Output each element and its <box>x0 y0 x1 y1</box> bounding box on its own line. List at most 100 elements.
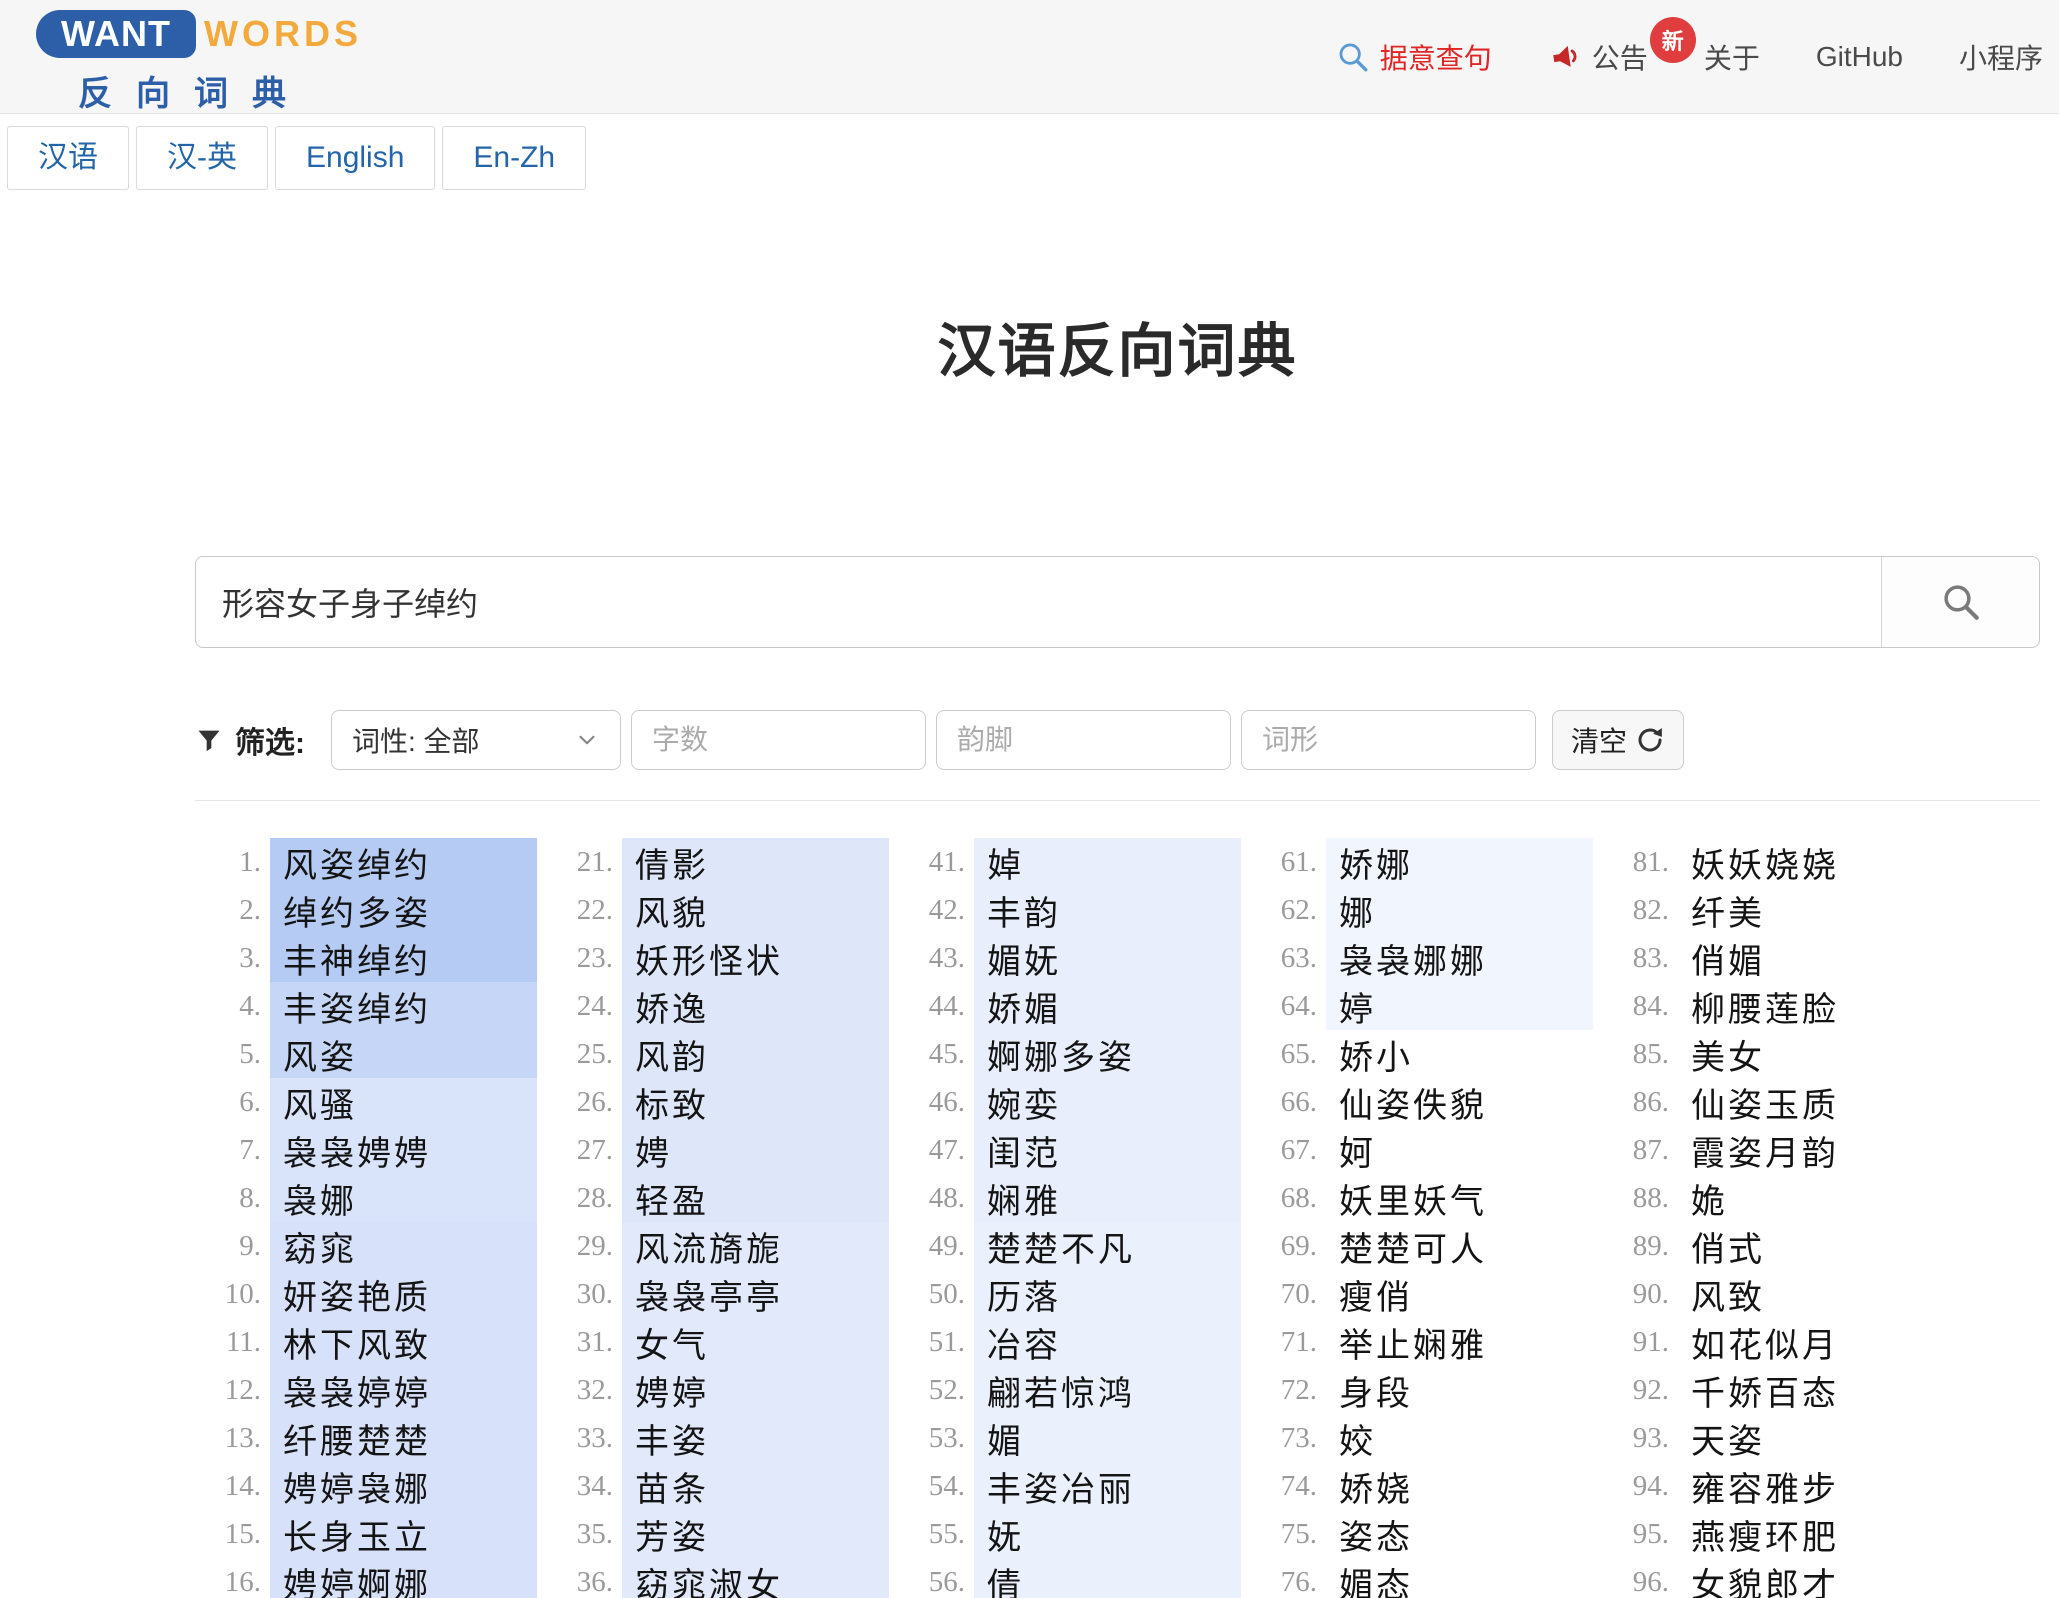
result-word-cell[interactable]: 袅袅娉娉 <box>270 1126 537 1174</box>
result-word-cell[interactable]: 纤腰楚楚 <box>270 1414 537 1462</box>
result-word-cell[interactable]: 妖妖娆娆 <box>1678 838 1945 886</box>
result-word[interactable]: 千娇百态 <box>1691 1366 1839 1415</box>
result-word-cell[interactable]: 闺范 <box>974 1126 1241 1174</box>
result-word[interactable]: 燕瘦环肥 <box>1691 1510 1839 1559</box>
result-word[interactable]: 娇小 <box>1339 1030 1413 1079</box>
result-word-cell[interactable]: 芳姿 <box>622 1510 889 1558</box>
result-word[interactable]: 娇逸 <box>635 982 709 1031</box>
result-word-cell[interactable]: 娉婷婀娜 <box>270 1558 537 1598</box>
result-word-cell[interactable]: 翩若惊鸿 <box>974 1366 1241 1414</box>
result-word[interactable]: 纤美 <box>1691 886 1765 935</box>
result-word-cell[interactable]: 绰约多姿 <box>270 886 537 934</box>
result-word-cell[interactable]: 袅袅娜娜 <box>1326 934 1593 982</box>
result-word[interactable]: 丰姿绰约 <box>283 982 431 1031</box>
result-word[interactable]: 雍容雅步 <box>1691 1462 1839 1511</box>
result-word-cell[interactable]: 妖形怪状 <box>622 934 889 982</box>
result-word-cell[interactable]: 袅娜 <box>270 1174 537 1222</box>
result-word[interactable]: 楚楚不凡 <box>987 1222 1135 1271</box>
result-word[interactable]: 婉娈 <box>987 1078 1061 1127</box>
result-word[interactable]: 身段 <box>1339 1366 1413 1415</box>
result-word[interactable]: 婥 <box>987 838 1024 887</box>
result-word-cell[interactable]: 风韵 <box>622 1030 889 1078</box>
tab-汉-英[interactable]: 汉-英 <box>136 126 268 190</box>
result-word[interactable]: 娉婷袅娜 <box>283 1462 431 1511</box>
result-word[interactable]: 娉 <box>635 1126 672 1175</box>
result-word[interactable]: 袅袅婷婷 <box>283 1366 431 1415</box>
result-word[interactable]: 风姿绰约 <box>283 838 431 887</box>
result-word[interactable]: 丰神绰约 <box>283 934 431 983</box>
result-word[interactable]: 娉婷 <box>635 1366 709 1415</box>
result-word[interactable]: 历落 <box>987 1270 1061 1319</box>
wantwords-logo[interactable]: WANT WORDS 反向词典 <box>36 10 362 115</box>
result-word-cell[interactable]: 如花似月 <box>1678 1318 1945 1366</box>
result-word[interactable]: 媚 <box>987 1414 1024 1463</box>
result-word[interactable]: 闺范 <box>987 1126 1061 1175</box>
nav-about[interactable]: 关于 <box>1704 37 1760 77</box>
result-word-cell[interactable]: 娇小 <box>1326 1030 1593 1078</box>
result-word[interactable]: 娇娜 <box>1339 838 1413 887</box>
result-word-cell[interactable]: 娉婷袅娜 <box>270 1462 537 1510</box>
result-word[interactable]: 窈窕 <box>283 1222 357 1271</box>
result-word[interactable]: 丰姿 <box>635 1414 709 1463</box>
result-word[interactable]: 姽 <box>1691 1174 1728 1223</box>
result-word[interactable]: 媚妩 <box>987 934 1061 983</box>
result-word[interactable]: 长身玉立 <box>283 1510 431 1559</box>
result-word[interactable]: 妖妖娆娆 <box>1691 838 1839 887</box>
result-word-cell[interactable]: 娴雅 <box>974 1174 1241 1222</box>
result-word[interactable]: 妩 <box>987 1510 1024 1559</box>
result-word-cell[interactable]: 婀娜多姿 <box>974 1030 1241 1078</box>
result-word-cell[interactable]: 婥 <box>974 838 1241 886</box>
result-word-cell[interactable]: 历落 <box>974 1270 1241 1318</box>
result-word-cell[interactable]: 风骚 <box>270 1078 537 1126</box>
result-word-cell[interactable]: 仙姿玉质 <box>1678 1078 1945 1126</box>
result-word-cell[interactable]: 娇逸 <box>622 982 889 1030</box>
result-word-cell[interactable]: 娜 <box>1326 886 1593 934</box>
result-word[interactable]: 妖里妖气 <box>1339 1174 1487 1223</box>
result-word[interactable]: 婷 <box>1339 982 1376 1031</box>
result-word[interactable]: 袅袅娜娜 <box>1339 934 1487 983</box>
result-word-cell[interactable]: 柳腰莲脸 <box>1678 982 1945 1030</box>
result-word[interactable]: 天姿 <box>1691 1414 1765 1463</box>
result-word-cell[interactable]: 轻盈 <box>622 1174 889 1222</box>
nav-mini-program[interactable]: 小程序 <box>1959 37 2043 77</box>
result-word[interactable]: 仙姿佚貌 <box>1339 1078 1487 1127</box>
result-word-cell[interactable]: 举止娴雅 <box>1326 1318 1593 1366</box>
result-word[interactable]: 姣 <box>1339 1414 1376 1463</box>
result-word[interactable]: 妖形怪状 <box>635 934 783 983</box>
result-word-cell[interactable]: 娉 <box>622 1126 889 1174</box>
result-word-cell[interactable]: 丰神绰约 <box>270 934 537 982</box>
result-word[interactable]: 娜 <box>1339 886 1376 935</box>
result-word[interactable]: 风流旖旎 <box>635 1222 783 1271</box>
result-word[interactable]: 娴雅 <box>987 1174 1061 1223</box>
result-word[interactable]: 仙姿玉质 <box>1691 1078 1839 1127</box>
result-word-cell[interactable]: 妍姿艳质 <box>270 1270 537 1318</box>
result-word[interactable]: 窈窕淑女 <box>635 1558 783 1598</box>
result-word[interactable]: 柳腰莲脸 <box>1691 982 1839 1031</box>
result-word-cell[interactable]: 媚 <box>974 1414 1241 1462</box>
result-word-cell[interactable]: 俏式 <box>1678 1222 1945 1270</box>
result-word[interactable]: 苗条 <box>635 1462 709 1511</box>
result-word[interactable]: 风韵 <box>635 1030 709 1079</box>
result-word[interactable]: 风姿 <box>283 1030 357 1079</box>
result-word[interactable]: 袅袅亭亭 <box>635 1270 783 1319</box>
word-form-input[interactable] <box>1241 710 1536 770</box>
result-word-cell[interactable]: 风流旖旎 <box>622 1222 889 1270</box>
result-word-cell[interactable]: 丰姿冶丽 <box>974 1462 1241 1510</box>
result-word-cell[interactable]: 婷 <box>1326 982 1593 1030</box>
result-word[interactable]: 婀娜多姿 <box>987 1030 1135 1079</box>
result-word[interactable]: 霞姿月韵 <box>1691 1126 1839 1175</box>
result-word-cell[interactable]: 窈窕淑女 <box>622 1558 889 1598</box>
result-word-cell[interactable]: 倩影 <box>622 838 889 886</box>
result-word[interactable]: 女气 <box>635 1318 709 1367</box>
result-word-cell[interactable]: 千娇百态 <box>1678 1366 1945 1414</box>
result-word[interactable]: 丰韵 <box>987 886 1061 935</box>
result-word[interactable]: 风貌 <box>635 886 709 935</box>
result-word-cell[interactable]: 身段 <box>1326 1366 1593 1414</box>
result-word[interactable]: 芳姿 <box>635 1510 709 1559</box>
result-word[interactable]: 娉婷婀娜 <box>283 1558 431 1598</box>
result-word-cell[interactable]: 风致 <box>1678 1270 1945 1318</box>
result-word-cell[interactable]: 林下风致 <box>270 1318 537 1366</box>
result-word-cell[interactable]: 妩 <box>974 1510 1241 1558</box>
result-word-cell[interactable]: 倩 <box>974 1558 1241 1598</box>
result-word[interactable]: 妸 <box>1339 1126 1376 1175</box>
